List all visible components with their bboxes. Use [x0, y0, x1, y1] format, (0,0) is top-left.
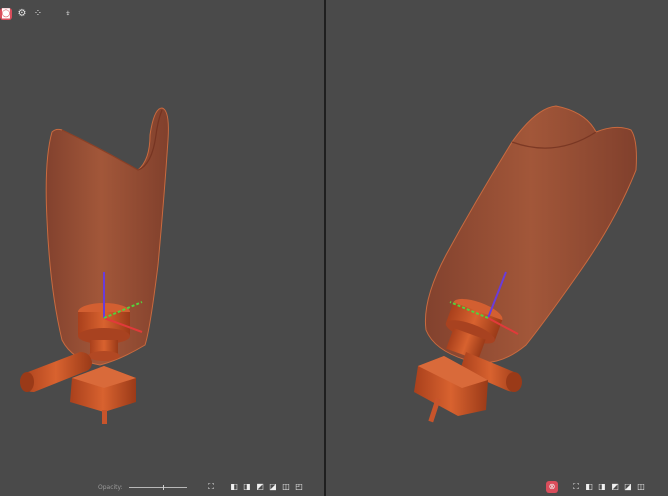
base-pin[interactable] [102, 410, 107, 424]
opacity-slider[interactable] [128, 485, 187, 490]
view-cube-back-icon[interactable]: ◨ [597, 482, 607, 492]
left-view-toolbar: ⛶ ◧ ◨ ◩ ◪ ◫ ◰ [206, 480, 304, 494]
view-mode-icon[interactable]: ◙ [0, 8, 12, 20]
settings-gear-icon[interactable]: ⚙ [16, 8, 28, 20]
view-cube-top-icon[interactable]: ◫ [636, 482, 646, 492]
opacity-slider-thumb[interactable] [163, 485, 165, 490]
left-scene[interactable] [0, 0, 324, 496]
side-tube-end [20, 372, 34, 392]
right-scene[interactable] [326, 0, 668, 496]
left-3d-viewport[interactable]: ◙ ⚙ ⁘ ⍖ Opacity: ⛶ ◧ ◨ ◩ ◪ ◫ ◰ [0, 0, 324, 496]
view-cube-right-icon[interactable]: ◪ [623, 482, 633, 492]
points-grid-icon[interactable]: ⁘ [32, 8, 44, 20]
view-cube-top-icon[interactable]: ◫ [281, 482, 291, 492]
opacity-control[interactable]: Opacity: [98, 484, 187, 491]
view-cube-front-icon[interactable]: ◧ [229, 482, 239, 492]
viewport-toolbar: ◙ ⚙ ⁘ ⍖ [0, 6, 74, 22]
view-cube-right-icon[interactable]: ◪ [268, 482, 278, 492]
fit-view-icon[interactable]: ⛶ [571, 482, 581, 492]
view-cube-left-icon[interactable]: ◩ [255, 482, 265, 492]
side-tube-end [506, 372, 522, 392]
right-view-toolbar: ⊗ ⛶ ◧ ◨ ◩ ◪ ◫ [546, 480, 646, 494]
view-cube-front-icon[interactable]: ◧ [584, 482, 594, 492]
right-3d-viewport[interactable]: ⊗ ⛶ ◧ ◨ ◩ ◪ ◫ [326, 0, 668, 496]
view-cube-left-icon[interactable]: ◩ [610, 482, 620, 492]
view-cube-back-icon[interactable]: ◨ [242, 482, 252, 492]
opacity-label: Opacity: [98, 484, 123, 491]
adapter-neck-ring [88, 351, 120, 361]
fit-view-icon[interactable]: ⛶ [206, 482, 216, 492]
pivot-tool-icon[interactable]: ⍖ [62, 8, 74, 20]
view-cube-iso-icon[interactable]: ◰ [294, 482, 304, 492]
link-views-icon[interactable]: ⊗ [546, 481, 558, 493]
